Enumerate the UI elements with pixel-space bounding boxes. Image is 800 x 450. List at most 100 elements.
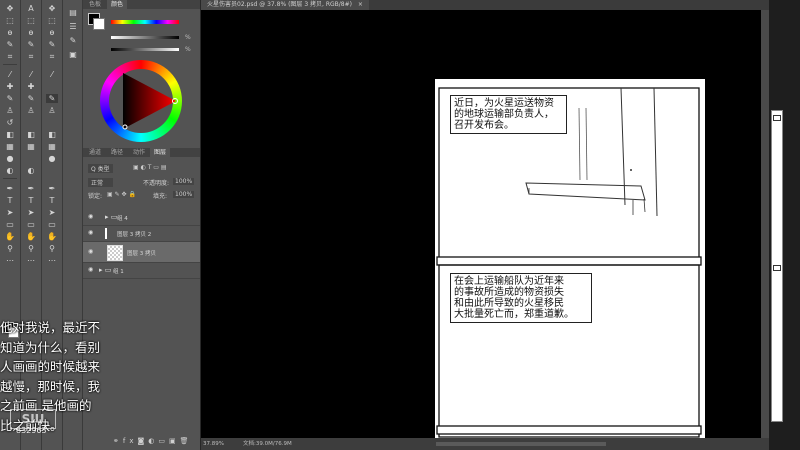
eraser-tool-icon[interactable]: ◧ <box>4 130 16 139</box>
dodge-tool-icon[interactable]: ◐ <box>4 166 16 175</box>
saturation-slider[interactable] <box>111 36 179 39</box>
more-tools-icon[interactable]: ⋯ <box>4 256 16 265</box>
history-panel-icon[interactable]: ▤ <box>67 8 79 17</box>
visibility-eye-icon[interactable]: ◉ <box>88 249 95 255</box>
pen-tool-icon[interactable]: ✒ <box>46 184 58 193</box>
fx-icon[interactable]: fx <box>123 437 138 445</box>
crop-tool-icon[interactable]: ⌗ <box>4 52 16 61</box>
new-layer-icon[interactable]: ▣ <box>169 437 180 445</box>
brush-presets-panel-icon[interactable]: ▣ <box>67 50 79 59</box>
more-tools-icon[interactable]: ⋯ <box>46 256 58 265</box>
visibility-eye-icon[interactable]: ◉ <box>88 214 95 220</box>
hue-slider[interactable] <box>111 20 179 24</box>
path-select-tool-icon[interactable]: ➤ <box>25 208 37 217</box>
eyedropper-tool-icon[interactable]: ⁄ <box>4 70 16 79</box>
path-select-tool-icon[interactable]: ➤ <box>46 208 58 217</box>
opacity-value[interactable]: 100% <box>173 178 195 185</box>
marquee-tool-icon[interactable]: ⬚ <box>25 16 37 25</box>
document-tab[interactable]: 火星伤害员02.psd @ 37.8% (图层 3 拷贝, RGB/8#) × <box>201 0 369 10</box>
eyedropper-tool-icon[interactable]: ⁄ <box>46 70 58 79</box>
quick-select-tool-icon[interactable]: ✎ <box>4 40 16 49</box>
layer-row-selected[interactable]: ◉ 图层 3 拷贝 <box>83 242 200 263</box>
lock-icons[interactable]: ▣ ✎ ✥ 🔒 <box>107 191 136 198</box>
color-triangle[interactable] <box>100 60 182 142</box>
clone-stamp-tool-icon[interactable]: ♙ <box>4 106 16 115</box>
hand-tool-icon[interactable]: ✋ <box>25 232 37 241</box>
brush-tool-icon[interactable]: ✎ <box>4 94 16 103</box>
brush-tool-icon[interactable]: ✎ <box>46 94 58 103</box>
crop-tool-icon[interactable]: ⌗ <box>46 52 58 61</box>
layer-filter-select[interactable]: Q 类型 <box>88 164 113 173</box>
eyedropper-tool-icon[interactable]: ⁄ <box>25 70 37 79</box>
marquee-tool-icon[interactable]: ⬚ <box>46 16 58 25</box>
brightness-slider[interactable] <box>111 48 179 51</box>
gradient-tool-icon[interactable]: ▦ <box>25 142 37 151</box>
crop-tool-icon[interactable]: ⌗ <box>25 52 37 61</box>
adjustment-icon[interactable]: ◐ <box>148 437 158 445</box>
zoom-tool-icon[interactable]: ⚲ <box>4 244 16 253</box>
quick-select-tool-icon[interactable]: ✎ <box>46 40 58 49</box>
move-tool-icon[interactable]: ✥ <box>4 4 16 13</box>
type-tool-icon[interactable]: T <box>25 196 37 205</box>
shape-tool-icon[interactable]: ▭ <box>46 220 58 229</box>
pen-tool-icon[interactable]: ✒ <box>4 184 16 193</box>
properties-panel-icon[interactable]: ☰ <box>67 22 79 31</box>
link-layers-icon[interactable]: ⚭ <box>113 437 123 445</box>
gradient-tool-icon[interactable]: ▦ <box>4 142 16 151</box>
zoom-tool-icon[interactable]: ⚲ <box>46 244 58 253</box>
filter-icons[interactable]: ▣ ◐ T ▭ ▤ <box>133 164 167 171</box>
shape-tool-icon[interactable]: ▭ <box>4 220 16 229</box>
lasso-tool-icon[interactable]: ɵ <box>25 28 37 37</box>
vertical-scrollbar[interactable] <box>761 10 769 438</box>
move-tool-icon[interactable]: ✥ <box>46 4 58 13</box>
type-tool-icon[interactable]: T <box>4 196 16 205</box>
brush-panel-icon[interactable]: ✎ <box>67 36 79 45</box>
comic-page[interactable] <box>201 10 761 438</box>
color-wheel[interactable] <box>100 60 182 142</box>
document-info[interactable]: 文档:39.0M/76.9M <box>243 438 292 450</box>
hand-tool-icon[interactable]: ✋ <box>4 232 16 241</box>
more-tools-icon[interactable]: ⋯ <box>25 256 37 265</box>
tab-channels[interactable]: 通道 <box>85 148 105 157</box>
zoom-tool-icon[interactable]: ⚲ <box>25 244 37 253</box>
marquee-tool-icon[interactable]: ⬚ <box>4 16 16 25</box>
layer-row[interactable]: ◉ ▸ ▭ 组 1 <box>83 263 200 279</box>
horizontal-scrollbar[interactable] <box>436 442 606 446</box>
dodge-tool-icon[interactable]: ◐ <box>25 166 37 175</box>
visibility-eye-icon[interactable]: ◉ <box>88 267 95 273</box>
history-brush-tool-icon[interactable]: ↺ <box>4 118 16 127</box>
eraser-tool-icon[interactable]: ◧ <box>25 130 37 139</box>
layer-row[interactable]: ◉ ▸ ▭ 组 4 <box>83 210 200 226</box>
blur-tool-icon[interactable]: ● <box>46 154 58 163</box>
trash-icon[interactable]: 🗑 <box>180 437 193 445</box>
blur-tool-icon[interactable]: ● <box>4 154 16 163</box>
shape-tool-icon[interactable]: ▭ <box>25 220 37 229</box>
caption-box-1[interactable]: 近日，为火星运送物资 的地球运输部负责人， 召开发布会。 <box>450 95 567 134</box>
layer-row[interactable]: ◉ 图层 3 拷贝 2 <box>83 226 200 242</box>
clone-stamp-tool-icon[interactable]: ♙ <box>46 106 58 115</box>
tab-layers[interactable]: 图层 <box>150 148 171 157</box>
canvas-area[interactable]: 近日，为火星运送物资 的地球运输部负责人， 召开发布会。 在会上运输船队为近年来… <box>201 10 761 438</box>
lasso-tool-icon[interactable]: ɵ <box>4 28 16 37</box>
mask-icon[interactable]: ◙ <box>137 437 148 445</box>
fill-value[interactable]: 100% <box>173 191 195 198</box>
blend-mode-select[interactable]: 正常 <box>88 178 114 187</box>
path-select-tool-icon[interactable]: ➤ <box>4 208 16 217</box>
hand-tool-icon[interactable]: ✋ <box>46 232 58 241</box>
group-icon[interactable]: ▭ <box>158 437 169 445</box>
caption-box-2[interactable]: 在会上运输船队为近年来 的事故所造成的物资损失 和由此所导致的火星移民 大批量死… <box>450 273 592 323</box>
close-icon[interactable]: × <box>358 1 363 8</box>
tab-actions[interactable]: 动作 <box>129 148 149 157</box>
gradient-tool-icon[interactable]: ▦ <box>46 142 58 151</box>
quick-select-tool-icon[interactable]: ✎ <box>25 40 37 49</box>
move-tool-icon[interactable]: A <box>25 4 37 13</box>
tab-paths[interactable]: 路径 <box>107 148 127 157</box>
pen-tool-icon[interactable]: ✒ <box>25 184 37 193</box>
visibility-eye-icon[interactable]: ◉ <box>88 230 95 236</box>
panel-background-swatch[interactable] <box>93 18 105 30</box>
tab-color[interactable]: 颜色 <box>107 0 128 9</box>
healing-tool-icon[interactable]: ✚ <box>25 82 37 91</box>
type-tool-icon[interactable]: T <box>46 196 58 205</box>
healing-tool-icon[interactable]: ✚ <box>4 82 16 91</box>
clone-stamp-tool-icon[interactable]: ♙ <box>25 106 37 115</box>
